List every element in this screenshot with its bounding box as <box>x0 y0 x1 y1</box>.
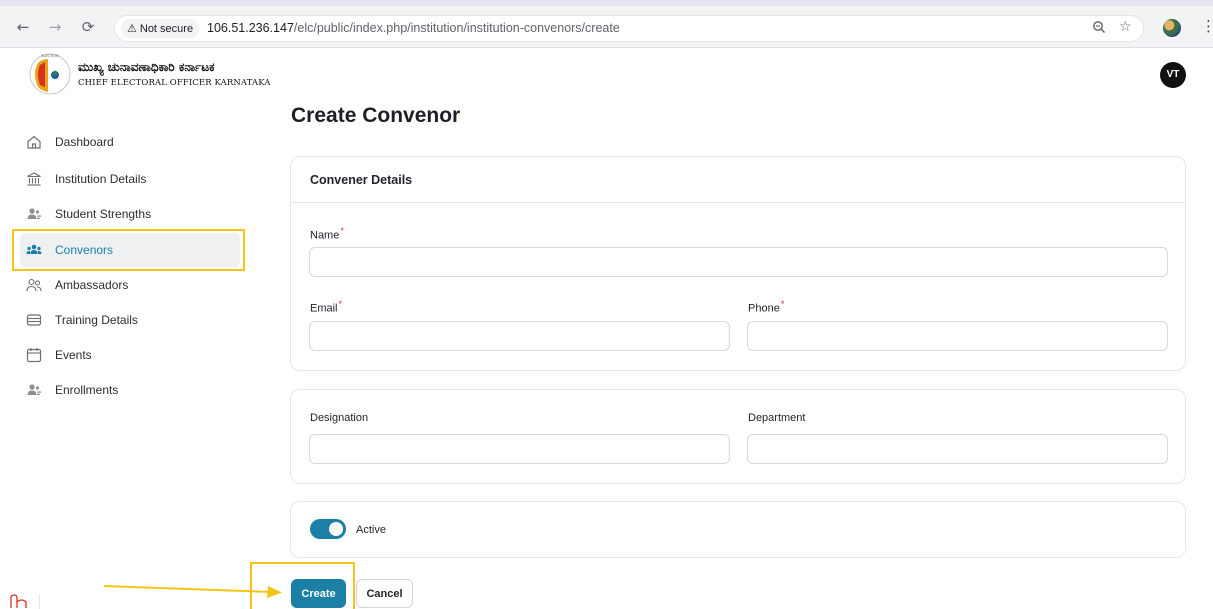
designation-label: Designation <box>310 412 369 424</box>
security-chip[interactable]: ⚠ Not secure <box>121 19 200 38</box>
department-input[interactable] <box>747 434 1168 464</box>
bookmark-star-icon[interactable]: ☆ <box>1119 19 1132 35</box>
security-label: Not secure <box>139 23 194 35</box>
designation-input[interactable] <box>309 434 730 464</box>
sidebar-item-institution-details[interactable]: Institution Details <box>20 162 240 196</box>
status-card <box>290 501 1186 558</box>
department-label: Department <box>748 412 806 424</box>
required-marker: * <box>340 226 344 236</box>
sidebar-item-dashboard[interactable]: Dashboard <box>20 125 240 159</box>
cancel-button[interactable]: Cancel <box>356 579 413 608</box>
zoom-icon[interactable] <box>1092 20 1106 38</box>
forward-icon[interactable]: → <box>46 18 64 36</box>
browser-toolbar: ← → ⟳ ⚠ Not secure 106.51.236.147/elc/pub… <box>0 0 1213 48</box>
sidebar-item-events[interactable]: Events <box>20 338 240 372</box>
training-icon <box>26 312 42 328</box>
back-icon[interactable]: ← <box>14 18 32 36</box>
page-title: Create Convenor <box>291 104 461 127</box>
warning-icon: ⚠ <box>127 22 137 35</box>
required-marker: * <box>338 299 343 309</box>
sidebar-item-student-strengths[interactable]: Student Strengths <box>20 197 240 231</box>
sidebar-item-enrollments[interactable]: Enrollments <box>20 373 240 407</box>
email-input[interactable] <box>309 321 730 351</box>
institution-icon <box>26 171 42 187</box>
sidebar-item-label: Student Strengths <box>55 207 152 221</box>
ceo-karnataka-logo-icon: ELECTION <box>28 51 72 97</box>
phone-label: Phone* <box>748 299 785 315</box>
sidebar-item-ambassadors[interactable]: Ambassadors <box>20 268 240 302</box>
home-icon <box>26 134 42 150</box>
sidebar-item-label: Events <box>55 348 92 362</box>
pdf-icon[interactable] <box>8 594 40 609</box>
calendar-icon <box>26 347 42 363</box>
sidebar-item-label: Ambassadors <box>55 278 129 292</box>
phone-input[interactable] <box>747 321 1168 351</box>
address-bar[interactable]: ⚠ Not secure 106.51.236.147/elc/public/in… <box>114 15 1144 42</box>
annotation-arrow-icon <box>104 585 282 598</box>
email-label: Email* <box>310 299 343 315</box>
svg-text:ELECTION: ELECTION <box>41 54 59 58</box>
org-name-english: CHIEF ELECTORAL OFFICER KARNATAKA <box>78 78 271 88</box>
user-avatar[interactable]: VT <box>1160 62 1186 88</box>
sidebar-item-label: Institution Details <box>55 172 147 186</box>
active-toggle[interactable] <box>310 519 346 539</box>
reload-icon[interactable]: ⟳ <box>79 18 97 36</box>
users-icon <box>26 206 42 222</box>
org-name-kannada: ಮುಖ್ಯ ಚುನಾವಣಾಧಿಕಾರಿ ಕರ್ನಾಟಕ <box>78 60 215 74</box>
toggle-knob <box>329 522 343 536</box>
browser-menu-icon[interactable]: ⋮ <box>1201 17 1213 35</box>
sidebar-item-label: Training Details <box>55 313 138 327</box>
url-path: /elc/public/index.php/institution/instit… <box>293 21 620 35</box>
tab-strip-edge <box>0 0 1213 6</box>
section-title: Convener Details <box>291 157 1185 203</box>
create-button[interactable]: Create <box>291 579 346 608</box>
sidebar-item-label: Enrollments <box>55 383 119 397</box>
profile-avatar-icon[interactable] <box>1163 19 1181 37</box>
required-marker: * <box>780 299 785 309</box>
sidebar-item-training-details[interactable]: Training Details <box>20 303 240 337</box>
url-text[interactable]: 106.51.236.147/elc/public/index.php/inst… <box>207 21 620 35</box>
sidebar-item-label: Dashboard <box>55 135 114 149</box>
url-host: 106.51.236.147 <box>207 21 294 35</box>
app-header: ELECTION ಮುಖ್ಯ ಚುನಾವಣಾಧಿಕಾರಿ ಕರ್ನಾಟಕ CHI… <box>0 48 1213 103</box>
users-icon <box>26 382 42 398</box>
active-toggle-label: Active <box>356 524 386 536</box>
annotation-highlight-convenors <box>12 229 245 271</box>
name-label: Name* <box>310 226 344 242</box>
people-outline-icon <box>26 277 42 293</box>
name-input[interactable] <box>309 247 1168 277</box>
